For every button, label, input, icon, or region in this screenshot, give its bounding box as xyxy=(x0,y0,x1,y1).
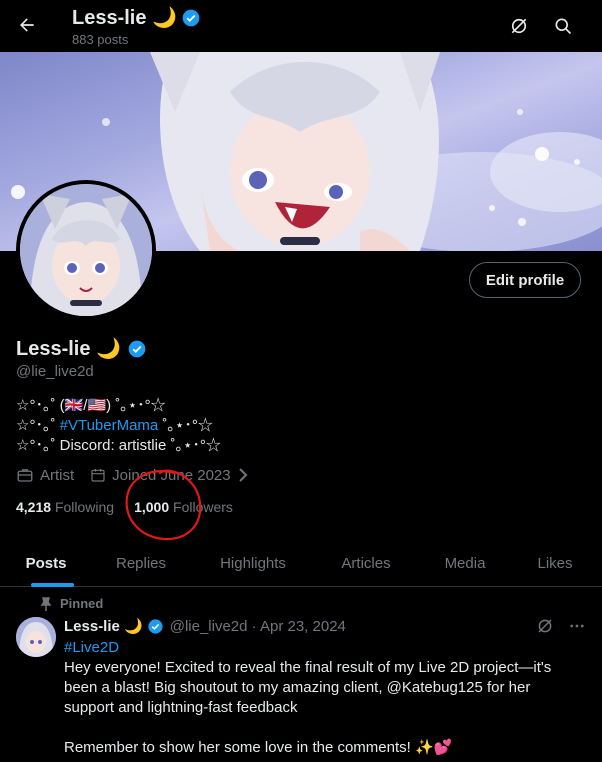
chevron-right-icon xyxy=(238,468,248,482)
profile-stats: 4,218 Following 1,000 Followers xyxy=(16,499,233,515)
verified-badge-icon xyxy=(148,618,163,634)
grok-icon xyxy=(511,18,527,34)
verified-badge-icon[interactable] xyxy=(127,339,147,359)
post-count: 883 posts xyxy=(72,32,129,47)
profile-meta: Artist Joined June 2023 xyxy=(16,466,249,484)
calendar-icon xyxy=(91,469,105,482)
profile-avatar-frame[interactable] xyxy=(16,180,156,320)
profile-category: Artist xyxy=(16,466,74,484)
arrow-left-icon xyxy=(20,18,34,32)
followers-count: 1,000 xyxy=(134,499,170,515)
search-button[interactable] xyxy=(549,12,577,40)
profile-name-wrap: Less-lie 🌙 xyxy=(16,336,147,361)
post-avatar-illustration xyxy=(16,617,56,657)
bio-text: ˚｡⋆･°☆ xyxy=(158,417,213,434)
tab-replies[interactable]: Replies xyxy=(92,540,190,587)
tab-posts[interactable]: Posts xyxy=(0,540,92,587)
post-text: Remember to show her some love in the co… xyxy=(64,739,453,756)
bio-line: ☆°･｡˚ Discord: artistlie ˚｡⋆･°☆ xyxy=(16,437,221,454)
bio-line: ☆°･｡˚ (🇬🇧/🇺🇸) ˚｡⋆･°☆ xyxy=(16,397,166,414)
more-options-icon[interactable] xyxy=(568,617,586,635)
category-label: Artist xyxy=(40,466,75,484)
profile-avatar xyxy=(20,184,152,316)
profile-tabs: Posts Replies Highlights Articles Media … xyxy=(0,540,602,587)
header-title-wrap: Less-lie 🌙 xyxy=(72,5,201,30)
following-count: 4,218 xyxy=(16,499,52,515)
pinned-text: Pinned xyxy=(60,596,104,611)
bio-line: ☆°･｡˚ #VTuberMama ˚｡⋆･°☆ xyxy=(16,416,221,436)
bio-text: ☆°･｡˚ xyxy=(16,417,60,434)
followers-link[interactable]: 1,000 Followers xyxy=(134,499,233,515)
post-actions xyxy=(536,617,586,635)
post-text: Hey everyone! Excited to reveal the fina… xyxy=(64,659,552,716)
header-title: Less-lie 🌙 xyxy=(72,7,177,29)
following-link[interactable]: 4,218 Following xyxy=(16,499,114,515)
active-tab-indicator xyxy=(31,583,74,587)
join-date-label: Joined June 2023 xyxy=(112,466,231,484)
search-icon xyxy=(555,18,572,35)
followers-label: Followers xyxy=(173,499,233,515)
briefcase-icon xyxy=(17,469,33,482)
post-body: #Live2D Hey everyone! Excited to reveal … xyxy=(64,638,584,758)
avatar-illustration xyxy=(20,184,152,316)
post-author-name[interactable]: Less-lie 🌙 xyxy=(64,617,143,635)
back-button[interactable] xyxy=(10,8,44,42)
tab-media[interactable]: Media xyxy=(416,540,514,587)
tab-highlights[interactable]: Highlights xyxy=(190,540,316,587)
profile-bio: ☆°･｡˚ (🇬🇧/🇺🇸) ˚｡⋆･°☆ ☆°･｡˚ #VTuberMama ˚… xyxy=(16,396,221,456)
profile-handle: @lie_live2d xyxy=(16,363,94,380)
bio-hashtag-link[interactable]: #VTuberMama xyxy=(60,417,159,434)
post-author-avatar[interactable] xyxy=(16,617,56,657)
grok-icon[interactable] xyxy=(536,617,554,635)
following-label: Following xyxy=(54,499,115,515)
post-hashtag[interactable]: #Live2D xyxy=(64,638,584,658)
tab-articles[interactable]: Articles xyxy=(316,540,416,587)
edit-profile-button[interactable]: Edit profile xyxy=(469,262,581,298)
grok-button[interactable] xyxy=(505,12,533,40)
pin-icon xyxy=(40,596,52,611)
post-header: Less-lie 🌙 @lie_live2d · Apr 23, 2024 xyxy=(64,617,346,636)
tab-likes[interactable]: Likes xyxy=(514,540,596,587)
pinned-label: Pinned xyxy=(40,596,103,611)
top-bar: Less-lie 🌙 883 posts xyxy=(0,0,602,52)
verified-badge-icon xyxy=(182,9,200,26)
profile-join-date[interactable]: Joined June 2023 xyxy=(90,467,248,484)
post-handle-date[interactable]: @lie_live2d · Apr 23, 2024 xyxy=(170,618,346,635)
profile-display-name: Less-lie 🌙 xyxy=(16,338,121,360)
